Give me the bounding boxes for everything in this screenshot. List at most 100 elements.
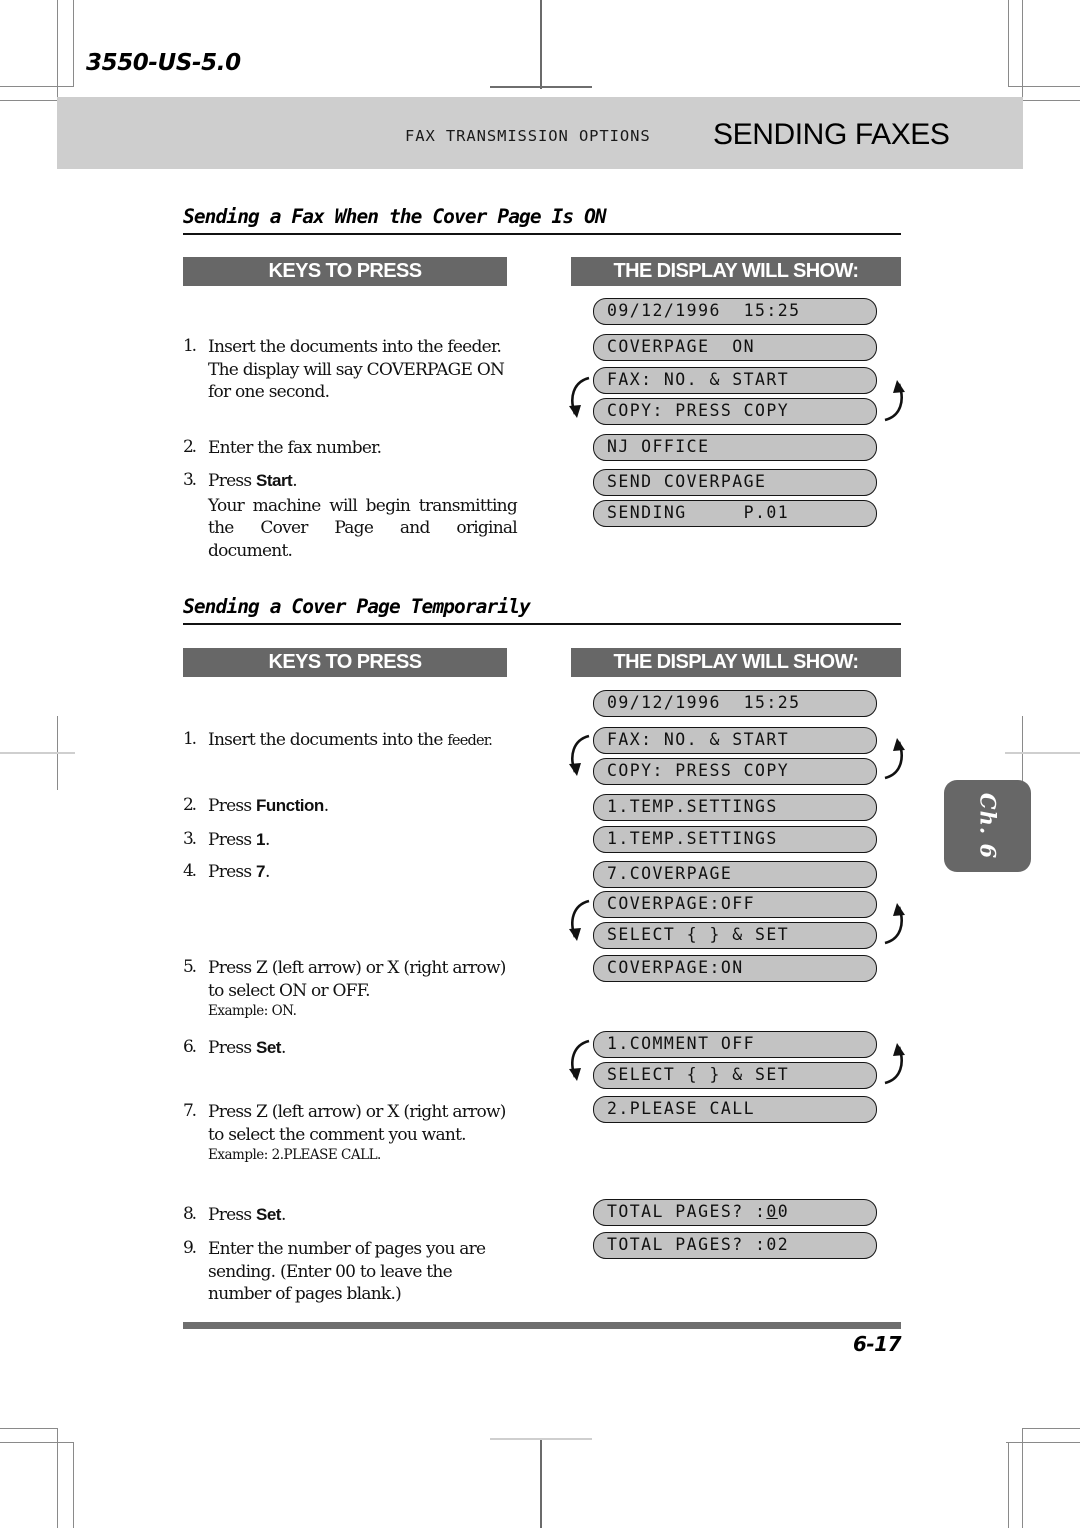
step-example: Example: ON. <box>208 1003 297 1019</box>
loop-arrow-right-icon <box>877 372 911 434</box>
step-number: 2. <box>183 437 197 457</box>
step-press-line: Press Set. <box>208 1204 517 1227</box>
crop-mark-bottom-right-h1 <box>1022 1428 1080 1429</box>
press-lead: Press <box>208 1038 256 1058</box>
crop-mark-top-left-v2 <box>73 0 74 86</box>
step-text: Your machine will begin transmitting the… <box>208 495 518 561</box>
lcd-display: FAX: NO. & START <box>593 367 877 394</box>
lcd-display: COVERPAGE:OFF <box>593 891 877 918</box>
column-header-keys-1: KEYS TO PRESS <box>183 257 507 286</box>
step-press-line: Press 1. <box>208 829 517 852</box>
crop-mark-top-right-v1 <box>1022 0 1023 100</box>
press-lead: Press <box>208 471 256 491</box>
crop-mark-bottom-right-v1 <box>1022 1428 1023 1528</box>
step-number: 2. <box>183 795 197 815</box>
step-number: 7. <box>183 1101 197 1121</box>
lcd-display: COPY: PRESS COPY <box>593 758 877 785</box>
step-number: 8. <box>183 1204 197 1224</box>
lcd-display: SELECT { } & SET <box>593 1062 877 1089</box>
step-number: 1. <box>183 336 197 356</box>
document-code: 3550-US-5.0 <box>86 50 241 76</box>
press-lead: Press <box>208 796 256 816</box>
crop-mark-top-right-v2 <box>1008 0 1009 86</box>
step-text: Enter the fax number. <box>208 438 382 458</box>
crop-mark-bottom-center-h <box>490 1438 592 1440</box>
crop-mark-top-right-h1 <box>1008 86 1080 87</box>
step-text: Insert the documents into the feeder. Th… <box>208 337 505 402</box>
crop-mark-bottom-left-v1 <box>57 1428 58 1528</box>
column-header-display-2: THE DISPLAY WILL SHOW: <box>571 648 901 677</box>
lcd-display: FAX: NO. & START <box>593 727 877 754</box>
step-text: Insert the documents into the feeder. <box>208 729 517 753</box>
crop-mark-top-left-v1 <box>57 0 58 100</box>
step-item: 4. Press 7. <box>183 861 517 884</box>
crop-mark-bottom-center-v <box>540 1440 542 1528</box>
page-number: 6-17 <box>852 1332 902 1356</box>
lcd-display: NJ OFFICE <box>593 434 877 461</box>
lcd-display: 2.PLEASE CALL <box>593 1096 877 1123</box>
crop-mark-top-center-h <box>490 86 592 88</box>
key-label: Set <box>255 1038 281 1057</box>
press-trail: . <box>264 830 270 850</box>
loop-arrow-left-icon <box>563 1035 597 1097</box>
lcd-display: SEND COVERPAGE <box>593 469 877 496</box>
step-number: 1. <box>183 729 197 749</box>
chapter-tab-label: Ch. 6 <box>975 792 1000 860</box>
loop-arrow-left-icon <box>563 730 597 792</box>
lcd-display: TOTAL PAGES? :02 <box>593 1232 877 1259</box>
step-text: Press Z (left arrow) or X (right arrow) … <box>208 958 506 1001</box>
key-label: 1 <box>255 830 265 849</box>
lcd-display: SELECT { } & SET <box>593 922 877 949</box>
step-number: 4. <box>183 861 197 881</box>
step-press-line: Press Start. <box>208 470 517 493</box>
step-number: 9. <box>183 1238 197 1258</box>
step-item: 9. Enter the number of pages you are sen… <box>183 1238 517 1306</box>
step-item: 1. Insert the documents into the feeder. <box>183 729 517 753</box>
crop-mark-top-left-h1 <box>0 86 74 87</box>
crop-mark-top-right-h2 <box>1022 100 1080 101</box>
lcd-display: COVERPAGE:ON <box>593 955 877 982</box>
key-label: Function <box>255 796 324 815</box>
lcd-display: COPY: PRESS COPY <box>593 398 877 425</box>
page-title: SENDING FAXES <box>713 118 950 151</box>
step-number: 5. <box>183 957 197 977</box>
step-item: 5. Press Z (left arrow) or X (right arro… <box>183 957 517 1020</box>
step-item: 7. Press Z (left arrow) or X (right arro… <box>183 1101 517 1164</box>
press-trail: . <box>292 471 297 491</box>
section-heading-1: Sending a Fax When the Cover Page Is ON <box>183 205 901 235</box>
crop-mark-left-mid-h <box>0 752 75 754</box>
crop-mark-bottom-left-v2 <box>73 1442 74 1528</box>
lcd-display: 1.TEMP.SETTINGS <box>593 826 877 853</box>
crop-mark-bottom-right-v2 <box>1008 1442 1009 1528</box>
press-lead: Press <box>208 830 256 850</box>
step-number: 6. <box>183 1037 197 1057</box>
key-label: Set <box>255 1205 281 1224</box>
key-label: 7 <box>255 862 265 881</box>
crop-mark-top-left-h2 <box>0 100 58 101</box>
step-press-line: Press Function. <box>208 795 517 818</box>
lcd-display: 1.COMMENT OFF <box>593 1031 877 1058</box>
step-item: 6. Press Set. <box>183 1037 517 1060</box>
crop-mark-top-center-v <box>540 0 542 89</box>
crop-mark-bottom-left-h2 <box>0 1442 74 1443</box>
crop-mark-right-mid-h <box>1005 752 1080 754</box>
lcd-display: 09/12/1996 15:25 <box>593 298 877 325</box>
press-lead: Press <box>208 1205 256 1225</box>
lcd-display: COVERPAGE ON <box>593 334 877 361</box>
step-number: 3. <box>183 829 197 849</box>
step-item: 3. Press 1. <box>183 829 517 852</box>
loop-arrow-left-icon <box>563 895 597 957</box>
step-text: Press Z (left arrow) or X (right arrow) … <box>208 1102 506 1145</box>
step-item: 2. Enter the fax number. <box>183 437 517 460</box>
key-label: Start <box>255 471 293 490</box>
loop-arrow-right-icon <box>877 730 911 792</box>
press-lead: Press <box>208 862 256 882</box>
step-item: 2. Press Function. <box>183 795 517 818</box>
lcd-display: 09/12/1996 15:25 <box>593 690 877 717</box>
column-header-keys-2: KEYS TO PRESS <box>183 648 507 677</box>
step-item: 1. Insert the documents into the feeder.… <box>183 336 517 404</box>
step-item: 8. Press Set. <box>183 1204 517 1227</box>
crop-mark-bottom-left-h1 <box>0 1428 58 1429</box>
lcd-display: 1.TEMP.SETTINGS <box>593 794 877 821</box>
step-text-part1: Insert the documents into the <box>208 730 448 750</box>
